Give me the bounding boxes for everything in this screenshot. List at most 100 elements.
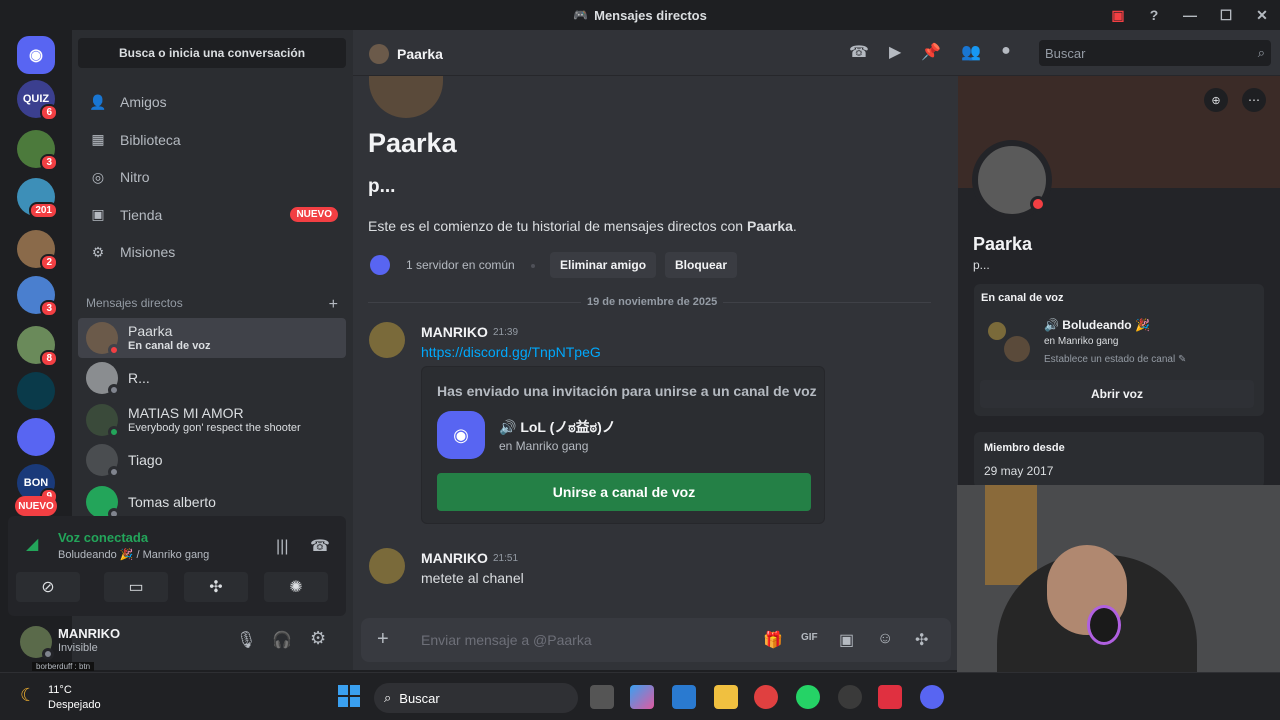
server-icon[interactable]: NUEVO: [15, 496, 57, 516]
apps-icon[interactable]: ✣: [915, 630, 928, 650]
invite-channel: 🔊 LoL (ノಠ益ಠ)ノ: [499, 419, 616, 435]
call-icon[interactable]: ☎: [849, 42, 869, 62]
chrome-icon[interactable]: [754, 685, 778, 709]
video-call-icon[interactable]: ▶: [889, 42, 901, 62]
add-friend-icon[interactable]: 👥: [961, 42, 981, 62]
gif-icon[interactable]: GIF: [801, 632, 818, 643]
settings-icon[interactable]: ⚙: [310, 628, 326, 649]
header-user[interactable]: Paarka: [369, 44, 443, 64]
user-avatar[interactable]: [20, 626, 54, 660]
taskbar-search[interactable]: ⌕ Buscar: [374, 683, 578, 713]
server-icon[interactable]: [17, 372, 55, 410]
activities-button[interactable]: ✣: [184, 572, 248, 602]
help-icon[interactable]: ?: [1136, 7, 1172, 23]
inbox-icon[interactable]: ▣: [1100, 7, 1136, 24]
add-friend-icon[interactable]: ⊕: [1204, 88, 1228, 112]
emoji-icon[interactable]: ☺: [877, 630, 893, 648]
os-taskbar: ☾ 11°C Despejado ⌕ Buscar: [0, 672, 1280, 720]
nav-item[interactable]: ⚙ Misiones: [80, 234, 346, 270]
discord-icon: 🎮: [573, 8, 589, 22]
copilot-icon[interactable]: [630, 685, 654, 709]
dm-section-header: Mensajes directos +: [86, 296, 338, 314]
store-icon[interactable]: [672, 685, 696, 709]
server-icon[interactable]: 3: [17, 130, 58, 171]
whatsapp-icon[interactable]: [796, 685, 820, 709]
voice-card-status[interactable]: Establece un estado de canal ✎: [1044, 354, 1186, 365]
join-voice-button[interactable]: Unirse a canal de voz: [437, 473, 811, 511]
dm-name: R...: [128, 370, 150, 386]
discord-taskbar-icon[interactable]: [920, 685, 944, 709]
attach-plus-icon[interactable]: +: [377, 628, 389, 651]
message-link[interactable]: https://discord.gg/TnpNTpeG: [421, 344, 601, 360]
status-indicator: [108, 426, 120, 438]
search-conversation-button[interactable]: Busca o inicia una conversación: [78, 38, 346, 68]
block-button[interactable]: Bloquear: [665, 252, 738, 278]
invite-heading: Has enviado una invitación para unirse a…: [437, 383, 817, 399]
chat-avatar-large: [369, 70, 443, 118]
message-avatar[interactable]: [369, 322, 405, 358]
activities-icon: ✣: [209, 579, 223, 596]
sticker-icon[interactable]: ▣: [839, 630, 854, 650]
headphones-icon[interactable]: 🎧: [272, 630, 292, 650]
mutual-server-avatar[interactable]: [370, 255, 390, 275]
remove-friend-button[interactable]: Eliminar amigo: [550, 252, 657, 278]
voice-card-avatar: [988, 322, 1006, 340]
dm-item[interactable]: Paarka En canal de voz: [78, 318, 346, 358]
close-button[interactable]: ✕: [1244, 7, 1280, 24]
camera-off-button[interactable]: ⊘: [16, 572, 80, 602]
minimize-button[interactable]: —: [1172, 7, 1208, 23]
intro-text: Este es el comienzo de tu historial de m…: [368, 218, 747, 234]
dm-name: Tomas alberto: [128, 494, 216, 510]
app-icon[interactable]: [838, 685, 862, 709]
server-icon[interactable]: [17, 418, 55, 456]
pin-icon[interactable]: 📌: [921, 42, 941, 62]
header-search-input[interactable]: Buscar ⌕: [1039, 40, 1271, 66]
open-voice-button[interactable]: Abrir voz: [980, 380, 1254, 408]
nav-item[interactable]: ▣ Tienda NUEVO: [80, 197, 346, 233]
add-dm-icon[interactable]: +: [329, 296, 338, 314]
more-options-icon[interactable]: ⋯: [1242, 88, 1266, 112]
microphone-icon[interactable]: 🎙: [236, 630, 256, 650]
home-button[interactable]: ◉: [17, 36, 55, 74]
voice-panel: ◢ Voz conectada Boludeando 🎉 / Manriko g…: [8, 516, 346, 616]
nav-item[interactable]: ◎ Nitro: [80, 159, 346, 195]
server-icon[interactable]: 8: [17, 326, 58, 367]
maximize-button[interactable]: ☐: [1208, 7, 1244, 24]
profile-toggle-icon[interactable]: ●: [1001, 42, 1011, 62]
voice-card-channel[interactable]: 🔊 Boludeando 🎉: [1044, 318, 1150, 332]
server-icon[interactable]: 2: [17, 230, 58, 271]
voice-connected-title[interactable]: Voz conectada: [58, 530, 148, 545]
start-button[interactable]: [338, 685, 360, 707]
server-icon[interactable]: QUIZ 6: [17, 80, 58, 121]
nav-item[interactable]: ▦ Biblioteca: [80, 122, 346, 158]
voice-channel-info[interactable]: Boludeando 🎉 / Manriko gang: [58, 548, 209, 561]
gift-icon[interactable]: 🎁: [763, 630, 783, 650]
message-author[interactable]: MANRIKO: [421, 324, 488, 340]
disconnect-icon[interactable]: ☎: [310, 536, 330, 556]
weather-desc[interactable]: Despejado: [48, 699, 101, 711]
message-avatar[interactable]: [369, 548, 405, 584]
server-label: BON: [23, 477, 49, 489]
noise-suppression-icon[interactable]: |||: [276, 538, 288, 556]
task-view-icon[interactable]: [590, 685, 614, 709]
weather-temp[interactable]: 11°C: [48, 684, 72, 696]
profile-avatar[interactable]: [972, 140, 1052, 220]
library-icon: ▦: [91, 131, 105, 147]
user-name[interactable]: MANRIKO: [58, 626, 120, 641]
dnd-status-icon: [1030, 196, 1046, 212]
dm-item[interactable]: Tiago: [78, 440, 346, 480]
nav-item[interactable]: 👤 Amigos: [80, 84, 346, 120]
invite-server-icon[interactable]: ◉: [437, 411, 485, 459]
dm-item[interactable]: R...: [78, 358, 346, 398]
message-composer[interactable]: + Enviar mensaje a @Paarka 🎁 GIF ▣ ☺ ✣: [361, 618, 951, 662]
soundboard-button[interactable]: ✺: [264, 572, 328, 602]
screen-share-button[interactable]: ▭: [104, 572, 168, 602]
explorer-icon[interactable]: [714, 685, 738, 709]
recorder-icon[interactable]: [878, 685, 902, 709]
server-icon[interactable]: 201: [17, 178, 58, 219]
dm-item[interactable]: MATIAS MI AMOR Everybody gon' respect the…: [78, 400, 346, 440]
message-author[interactable]: MANRIKO: [421, 550, 488, 566]
server-icon[interactable]: 3: [17, 276, 58, 317]
weather-icon[interactable]: ☾: [20, 685, 36, 706]
mutual-servers[interactable]: 1 servidor en común: [406, 258, 515, 272]
